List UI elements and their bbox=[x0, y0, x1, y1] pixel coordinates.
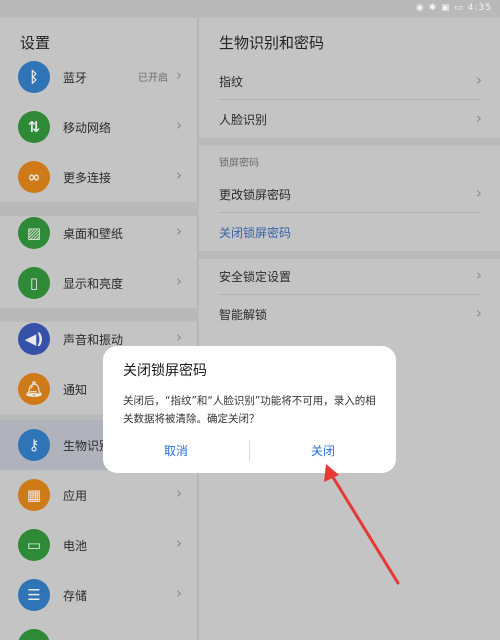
chevron-right-icon: › bbox=[176, 222, 182, 240]
link-icon: ∞ bbox=[18, 161, 50, 193]
mobile-network-icon: ⇅ bbox=[18, 111, 50, 143]
chevron-right-icon: › bbox=[176, 166, 182, 184]
status-time: 4:35 bbox=[467, 3, 492, 13]
chevron-right-icon: › bbox=[476, 109, 482, 127]
cancel-button[interactable]: 取消 bbox=[103, 442, 249, 459]
sidebar-item-apps[interactable]: ▦ 应用 › bbox=[0, 470, 198, 520]
confirm-close-button[interactable]: 关闭 bbox=[250, 442, 396, 459]
bluetooth-icon: ᛒ bbox=[18, 61, 50, 93]
sidebar-item-more-connections[interactable]: ∞ 更多连接 › bbox=[0, 152, 198, 202]
security-icon bbox=[18, 629, 50, 640]
sidebar-item-bluetooth[interactable]: ᛒ 蓝牙 已开启 › bbox=[0, 52, 198, 102]
sidebar-title: 设置 bbox=[20, 34, 51, 52]
chevron-right-icon: › bbox=[176, 584, 182, 602]
sidebar-item-label: 更多连接 bbox=[63, 171, 112, 185]
sidebar-item-partial bbox=[0, 620, 198, 640]
bluetooth-status: 已开启 bbox=[138, 73, 168, 84]
security-lock-settings-row[interactable]: 安全锁定设置 › bbox=[199, 257, 500, 295]
sidebar-item-label: 通知 bbox=[63, 383, 88, 397]
sidebar-item-battery[interactable]: ▭ 电池 › bbox=[0, 520, 198, 570]
apps-grid-icon: ▦ bbox=[18, 479, 50, 511]
biometrics-panel: 生物识别和密码 指纹 › 人脸识别 › 锁屏密码 更改锁屏密码 › 关闭锁屏密码… bbox=[199, 18, 500, 640]
sidebar-item-label: 电池 bbox=[63, 539, 88, 553]
turn-off-lock-password-row[interactable]: 关闭锁屏密码 bbox=[199, 213, 500, 251]
sidebar-item-label: 移动网络 bbox=[63, 121, 112, 135]
chevron-right-icon: › bbox=[476, 266, 482, 284]
sidebar-item-display-brightness[interactable]: ▯ 显示和亮度 › bbox=[0, 258, 198, 308]
page-title: 生物识别和密码 bbox=[219, 34, 325, 52]
sidebar-item-label: 应用 bbox=[63, 489, 88, 503]
chevron-right-icon: › bbox=[176, 534, 182, 552]
chevron-right-icon: › bbox=[176, 272, 182, 290]
status-bar: ◉ ✱ ▣ ▭ 4:35 bbox=[0, 0, 500, 18]
wallpaper-icon: ▨ bbox=[18, 217, 50, 249]
sidebar-item-storage[interactable]: ☰ 存储 › bbox=[0, 570, 198, 620]
chevron-right-icon: › bbox=[176, 484, 182, 502]
key-icon: ⚷ bbox=[18, 429, 50, 461]
sidebar-item-label: 蓝牙 bbox=[63, 71, 88, 85]
chevron-right-icon: › bbox=[176, 66, 182, 84]
status-icons: ◉ ✱ ▣ ▭ 4:35 bbox=[416, 3, 492, 13]
wifi-icon: ◉ ✱ ▣ ▭ bbox=[415, 3, 468, 13]
chevron-right-icon: › bbox=[176, 328, 182, 346]
sidebar-item-label: 显示和亮度 bbox=[63, 277, 124, 291]
chevron-right-icon: › bbox=[476, 71, 482, 89]
smart-unlock-row[interactable]: 智能解锁 › bbox=[199, 295, 500, 333]
confirm-dialog: 关闭锁屏密码 关闭后，“指纹”和“人脸识别”功能将不可用，录入的相关数据将被清除… bbox=[103, 346, 396, 473]
sidebar-item-mobile-network[interactable]: ⇅ 移动网络 › bbox=[0, 102, 198, 152]
row-label: 更改锁屏密码 bbox=[219, 188, 292, 202]
section-divider bbox=[199, 138, 500, 146]
row-label: 人脸识别 bbox=[219, 113, 268, 127]
row-label: 智能解锁 bbox=[219, 308, 268, 322]
row-label: 指纹 bbox=[219, 75, 244, 89]
chevron-right-icon: › bbox=[476, 304, 482, 322]
sidebar-item-label: 桌面和壁纸 bbox=[63, 227, 124, 241]
notification-bell-icon: 🔔︎ bbox=[18, 373, 50, 405]
change-lock-password-row[interactable]: 更改锁屏密码 › bbox=[199, 175, 500, 213]
chevron-right-icon: › bbox=[176, 116, 182, 134]
face-recognition-row[interactable]: 人脸识别 › bbox=[199, 100, 500, 138]
display-icon: ▯ bbox=[18, 267, 50, 299]
sound-icon: ◀) bbox=[18, 323, 50, 355]
battery-icon: ▭ bbox=[18, 529, 50, 561]
row-label: 安全锁定设置 bbox=[219, 270, 292, 284]
settings-sidebar: 设置 ᛒ 蓝牙 已开启 › ⇅ 移动网络 › ∞ 更多连接 › ▨ 桌面和壁纸 … bbox=[0, 18, 198, 640]
dialog-message: 关闭后，“指纹”和“人脸识别”功能将不可用，录入的相关数据将被清除。确定关闭？ bbox=[123, 395, 376, 425]
dialog-title: 关闭锁屏密码 bbox=[123, 363, 207, 379]
fingerprint-row[interactable]: 指纹 › bbox=[199, 62, 500, 100]
sidebar-item-desktop-wallpaper[interactable]: ▨ 桌面和壁纸 › bbox=[0, 208, 198, 258]
storage-icon: ☰ bbox=[18, 579, 50, 611]
section-label: 锁屏密码 bbox=[219, 158, 259, 169]
row-label: 关闭锁屏密码 bbox=[219, 226, 292, 240]
chevron-right-icon: › bbox=[476, 184, 482, 202]
sidebar-item-label: 存储 bbox=[63, 589, 88, 603]
